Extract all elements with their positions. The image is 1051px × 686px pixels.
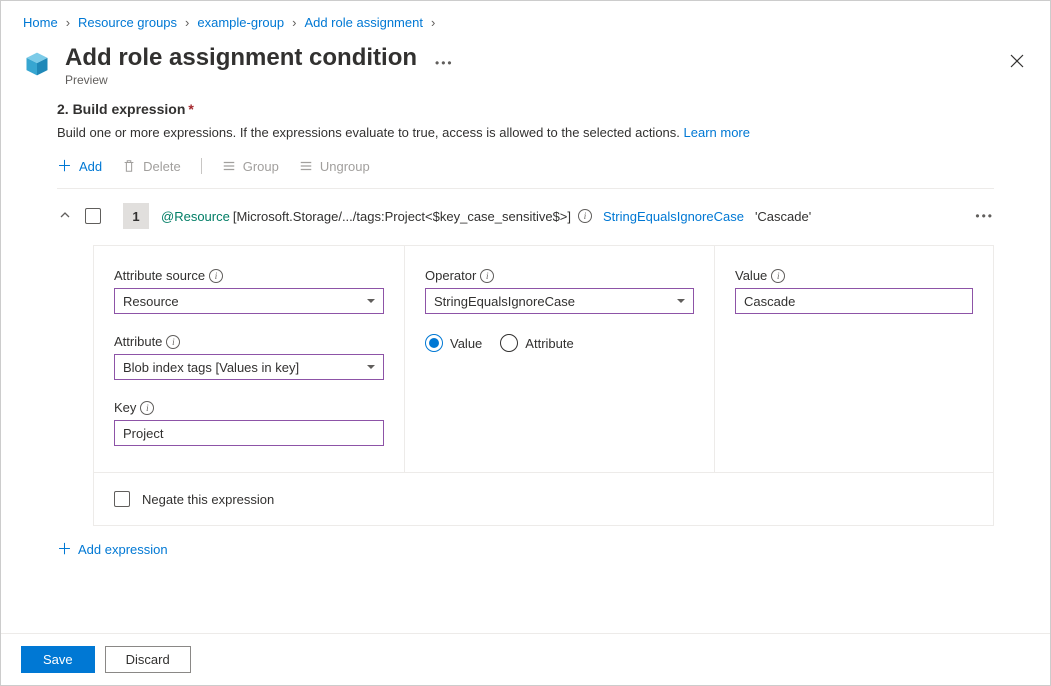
save-button[interactable]: Save (21, 646, 95, 673)
expression-row: 1 @Resource[Microsoft.Storage/.../tags:P… (57, 189, 994, 245)
expression-text: @Resource[Microsoft.Storage/.../tags:Pro… (161, 209, 811, 224)
step-title: 2. Build expression* (57, 101, 994, 117)
add-expression-button[interactable]: ＋ Add expression (57, 542, 168, 557)
expression-panel: Attribute source Resource Attribute Blob… (93, 245, 994, 526)
chevron-right-icon: › (66, 15, 70, 30)
row-more-icon[interactable]: ••• (975, 209, 994, 223)
page-title: Add role assignment condition (65, 44, 417, 72)
negate-checkbox[interactable] (114, 491, 130, 507)
breadcrumb-home[interactable]: Home (23, 15, 58, 30)
chevron-right-icon: › (292, 15, 296, 30)
group-button: Group (222, 159, 279, 174)
expression-toolbar: ＋ Add Delete Group Ungroup (57, 158, 994, 188)
operand-value-radio[interactable]: Value (425, 334, 482, 352)
breadcrumb-resource-groups[interactable]: Resource groups (78, 15, 177, 30)
trash-icon (122, 159, 136, 173)
info-icon[interactable] (480, 269, 494, 283)
ungroup-icon (299, 159, 313, 173)
info-icon[interactable] (578, 209, 592, 223)
key-label: Key (114, 400, 384, 415)
info-icon[interactable] (209, 269, 223, 283)
learn-more-link[interactable]: Learn more (684, 125, 750, 140)
more-icon[interactable]: ••• (435, 56, 454, 70)
plus-icon: ＋ (57, 159, 72, 174)
expression-index-badge: 1 (123, 203, 149, 229)
breadcrumb: Home › Resource groups › example-group ›… (1, 1, 1050, 40)
chevron-right-icon: › (431, 15, 435, 30)
expression-checkbox[interactable] (85, 208, 101, 224)
operator-label: Operator (425, 268, 694, 283)
plus-icon: ＋ (57, 542, 72, 557)
group-icon (222, 159, 236, 173)
value-label: Value (735, 268, 973, 283)
attribute-label: Attribute (114, 334, 384, 349)
info-icon[interactable] (166, 335, 180, 349)
attribute-source-select[interactable]: Resource (114, 288, 384, 314)
discard-button[interactable]: Discard (105, 646, 191, 673)
delete-button: Delete (122, 159, 181, 174)
footer: Save Discard (1, 633, 1050, 685)
cube-icon (23, 50, 51, 78)
breadcrumb-example-group[interactable]: example-group (197, 15, 284, 30)
breadcrumb-add-role-assignment[interactable]: Add role assignment (304, 15, 423, 30)
attribute-source-label: Attribute source (114, 268, 384, 283)
page-header: Add role assignment condition Preview ••… (1, 40, 1050, 101)
add-button[interactable]: ＋ Add (57, 159, 102, 174)
info-icon[interactable] (771, 269, 785, 283)
negate-label: Negate this expression (142, 492, 274, 507)
step-description: Build one or more expressions. If the ex… (57, 125, 994, 140)
attribute-select[interactable]: Blob index tags [Values in key] (114, 354, 384, 380)
chevron-up-icon[interactable] (57, 209, 73, 224)
value-input[interactable]: Cascade (735, 288, 973, 314)
key-input[interactable]: Project (114, 420, 384, 446)
close-button[interactable] (1006, 50, 1028, 72)
operand-attribute-radio[interactable]: Attribute (500, 334, 573, 352)
negate-row: Negate this expression (94, 472, 993, 525)
page-subtitle: Preview (65, 73, 417, 87)
operand-radio-group: Value Attribute (425, 334, 694, 352)
separator (201, 158, 202, 174)
ungroup-button: Ungroup (299, 159, 370, 174)
operator-select[interactable]: StringEqualsIgnoreCase (425, 288, 694, 314)
chevron-right-icon: › (185, 15, 189, 30)
close-icon (1010, 54, 1024, 68)
info-icon[interactable] (140, 401, 154, 415)
